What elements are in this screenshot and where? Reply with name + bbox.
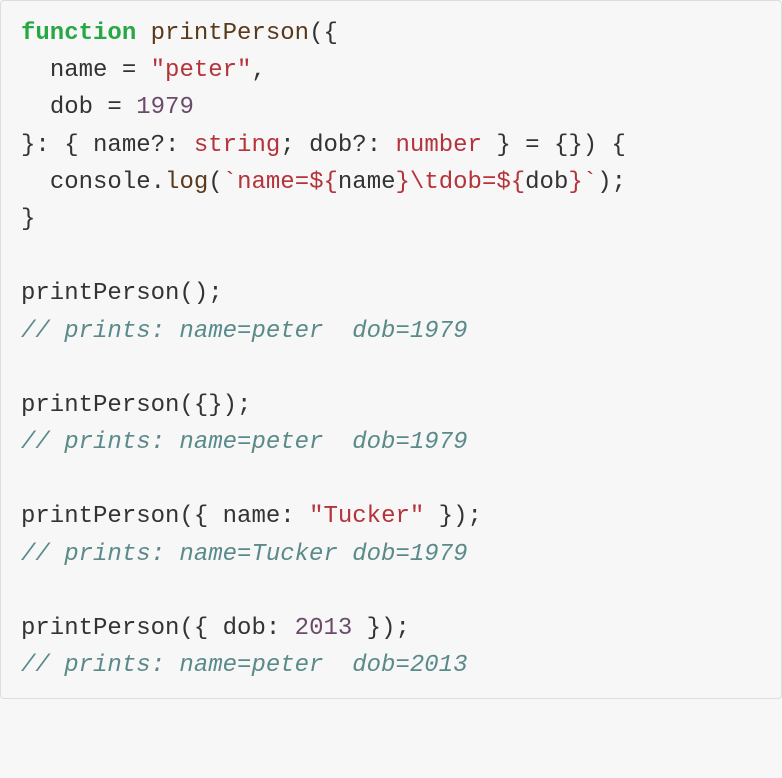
type-string: string (194, 132, 280, 159)
template-var-dob: dob (525, 169, 568, 196)
template-tab: \t (410, 169, 439, 196)
type-sep: ; (280, 132, 309, 159)
comment-output-4: // prints: name=peter dob=2013 (21, 652, 467, 679)
template-expr-open: ${ (309, 169, 338, 196)
open-paren: ({ (309, 20, 338, 47)
keyword-function: function (21, 20, 136, 47)
comma: , (251, 57, 265, 84)
close-brace: } (21, 206, 35, 233)
param-name: name (50, 57, 108, 84)
template-text: name= (237, 169, 309, 196)
optional-marker: ?: (352, 132, 395, 159)
type-prop-name: name (93, 132, 151, 159)
template-expr-close: } (568, 169, 582, 196)
param-dob: dob (50, 94, 93, 121)
function-name: printPerson (151, 20, 309, 47)
optional-marker: ?: (151, 132, 194, 159)
arg-key-name: name (223, 503, 281, 530)
template-var-name: name (338, 169, 396, 196)
comment-output-1: // prints: name=peter dob=1979 (21, 318, 467, 345)
open-paren: ( (208, 169, 222, 196)
backtick: ` (583, 169, 597, 196)
call-close: }); (424, 503, 482, 530)
indent (21, 94, 50, 121)
number-literal: 2013 (295, 615, 353, 642)
comment-output-3: // prints: name=Tucker dob=1979 (21, 541, 467, 568)
string-literal: "peter" (151, 57, 252, 84)
arg-key-dob: dob (223, 615, 266, 642)
type-annotation-open: }: { (21, 132, 93, 159)
type-prop-dob: dob (309, 132, 352, 159)
call-close: }); (352, 615, 410, 642)
equals: = (107, 57, 150, 84)
backtick: ` (223, 169, 237, 196)
code-block: function printPerson({ name = "peter", d… (0, 0, 782, 699)
template-expr-open: ${ (496, 169, 525, 196)
console-obj: console (50, 169, 151, 196)
template-expr-close: } (396, 169, 410, 196)
call-printperson-empty: printPerson({}); (21, 392, 251, 419)
indent (21, 57, 50, 84)
log-method: log (165, 169, 208, 196)
type-number: number (396, 132, 482, 159)
close-paren: ); (597, 169, 626, 196)
colon: : (266, 615, 295, 642)
colon: : (280, 503, 309, 530)
call-open: printPerson({ (21, 503, 223, 530)
comment-output-2: // prints: name=peter dob=1979 (21, 429, 467, 456)
type-annotation-close: } = {}) { (482, 132, 626, 159)
equals: = (93, 94, 136, 121)
call-open: printPerson({ (21, 615, 223, 642)
template-text: dob= (439, 169, 497, 196)
number-literal: 1979 (136, 94, 194, 121)
indent (21, 169, 50, 196)
string-literal: "Tucker" (309, 503, 424, 530)
dot: . (151, 169, 165, 196)
call-printperson-noargs: printPerson(); (21, 280, 223, 307)
